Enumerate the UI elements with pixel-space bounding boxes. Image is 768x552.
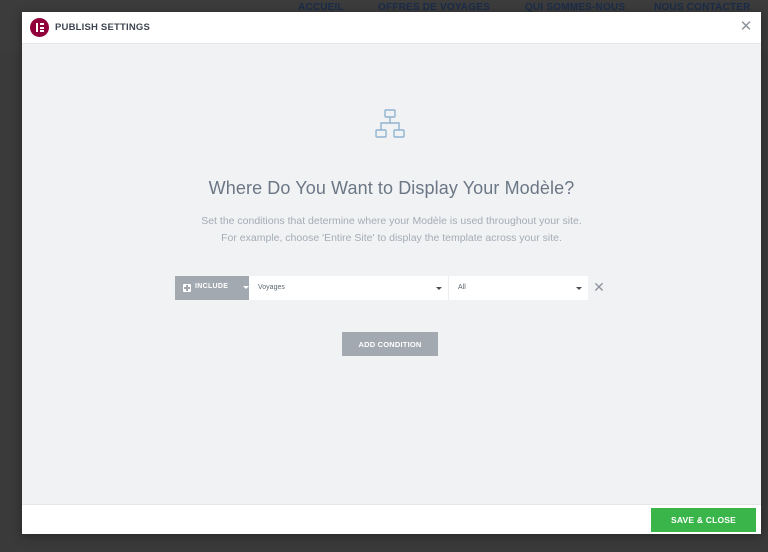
- modal-body: Where Do You Want to Display Your Modèle…: [22, 44, 761, 504]
- close-icon[interactable]: ✕: [739, 19, 753, 34]
- plus-icon: [183, 284, 191, 292]
- condition-sub-select[interactable]: All: [449, 276, 588, 300]
- chevron-down-icon: [436, 287, 442, 290]
- add-condition-button[interactable]: ADD CONDITION: [342, 332, 438, 356]
- condition-row: INCLUDE Voyages All: [175, 276, 588, 300]
- elementor-logo-icon: [30, 18, 49, 37]
- description: Set the conditions that determine where …: [22, 213, 761, 247]
- modal-footer: SAVE & CLOSE: [22, 504, 761, 534]
- chevron-down-icon: [576, 287, 582, 290]
- condition-sub-value: All: [458, 284, 466, 291]
- modal-title: PUBLISH SETTINGS: [55, 22, 151, 33]
- page-heading: Where Do You Want to Display Your Modèle…: [208, 178, 575, 198]
- publish-settings-modal: PUBLISH SETTINGS ✕ Where Do You Want to …: [22, 12, 761, 534]
- condition-type-value: Voyages: [258, 284, 285, 291]
- description-line-2: For example, choose 'Entire Site' to dis…: [221, 232, 562, 244]
- modal-header: PUBLISH SETTINGS ✕: [22, 12, 761, 44]
- description-line-1: Set the conditions that determine where …: [201, 215, 582, 227]
- include-select[interactable]: INCLUDE: [175, 276, 249, 300]
- include-label: INCLUDE: [195, 283, 229, 290]
- remove-condition-icon[interactable]: ✕: [593, 280, 605, 294]
- save-close-button[interactable]: SAVE & CLOSE: [651, 508, 756, 532]
- sitemap-icon: [375, 109, 405, 138]
- condition-type-select[interactable]: Voyages: [249, 276, 449, 300]
